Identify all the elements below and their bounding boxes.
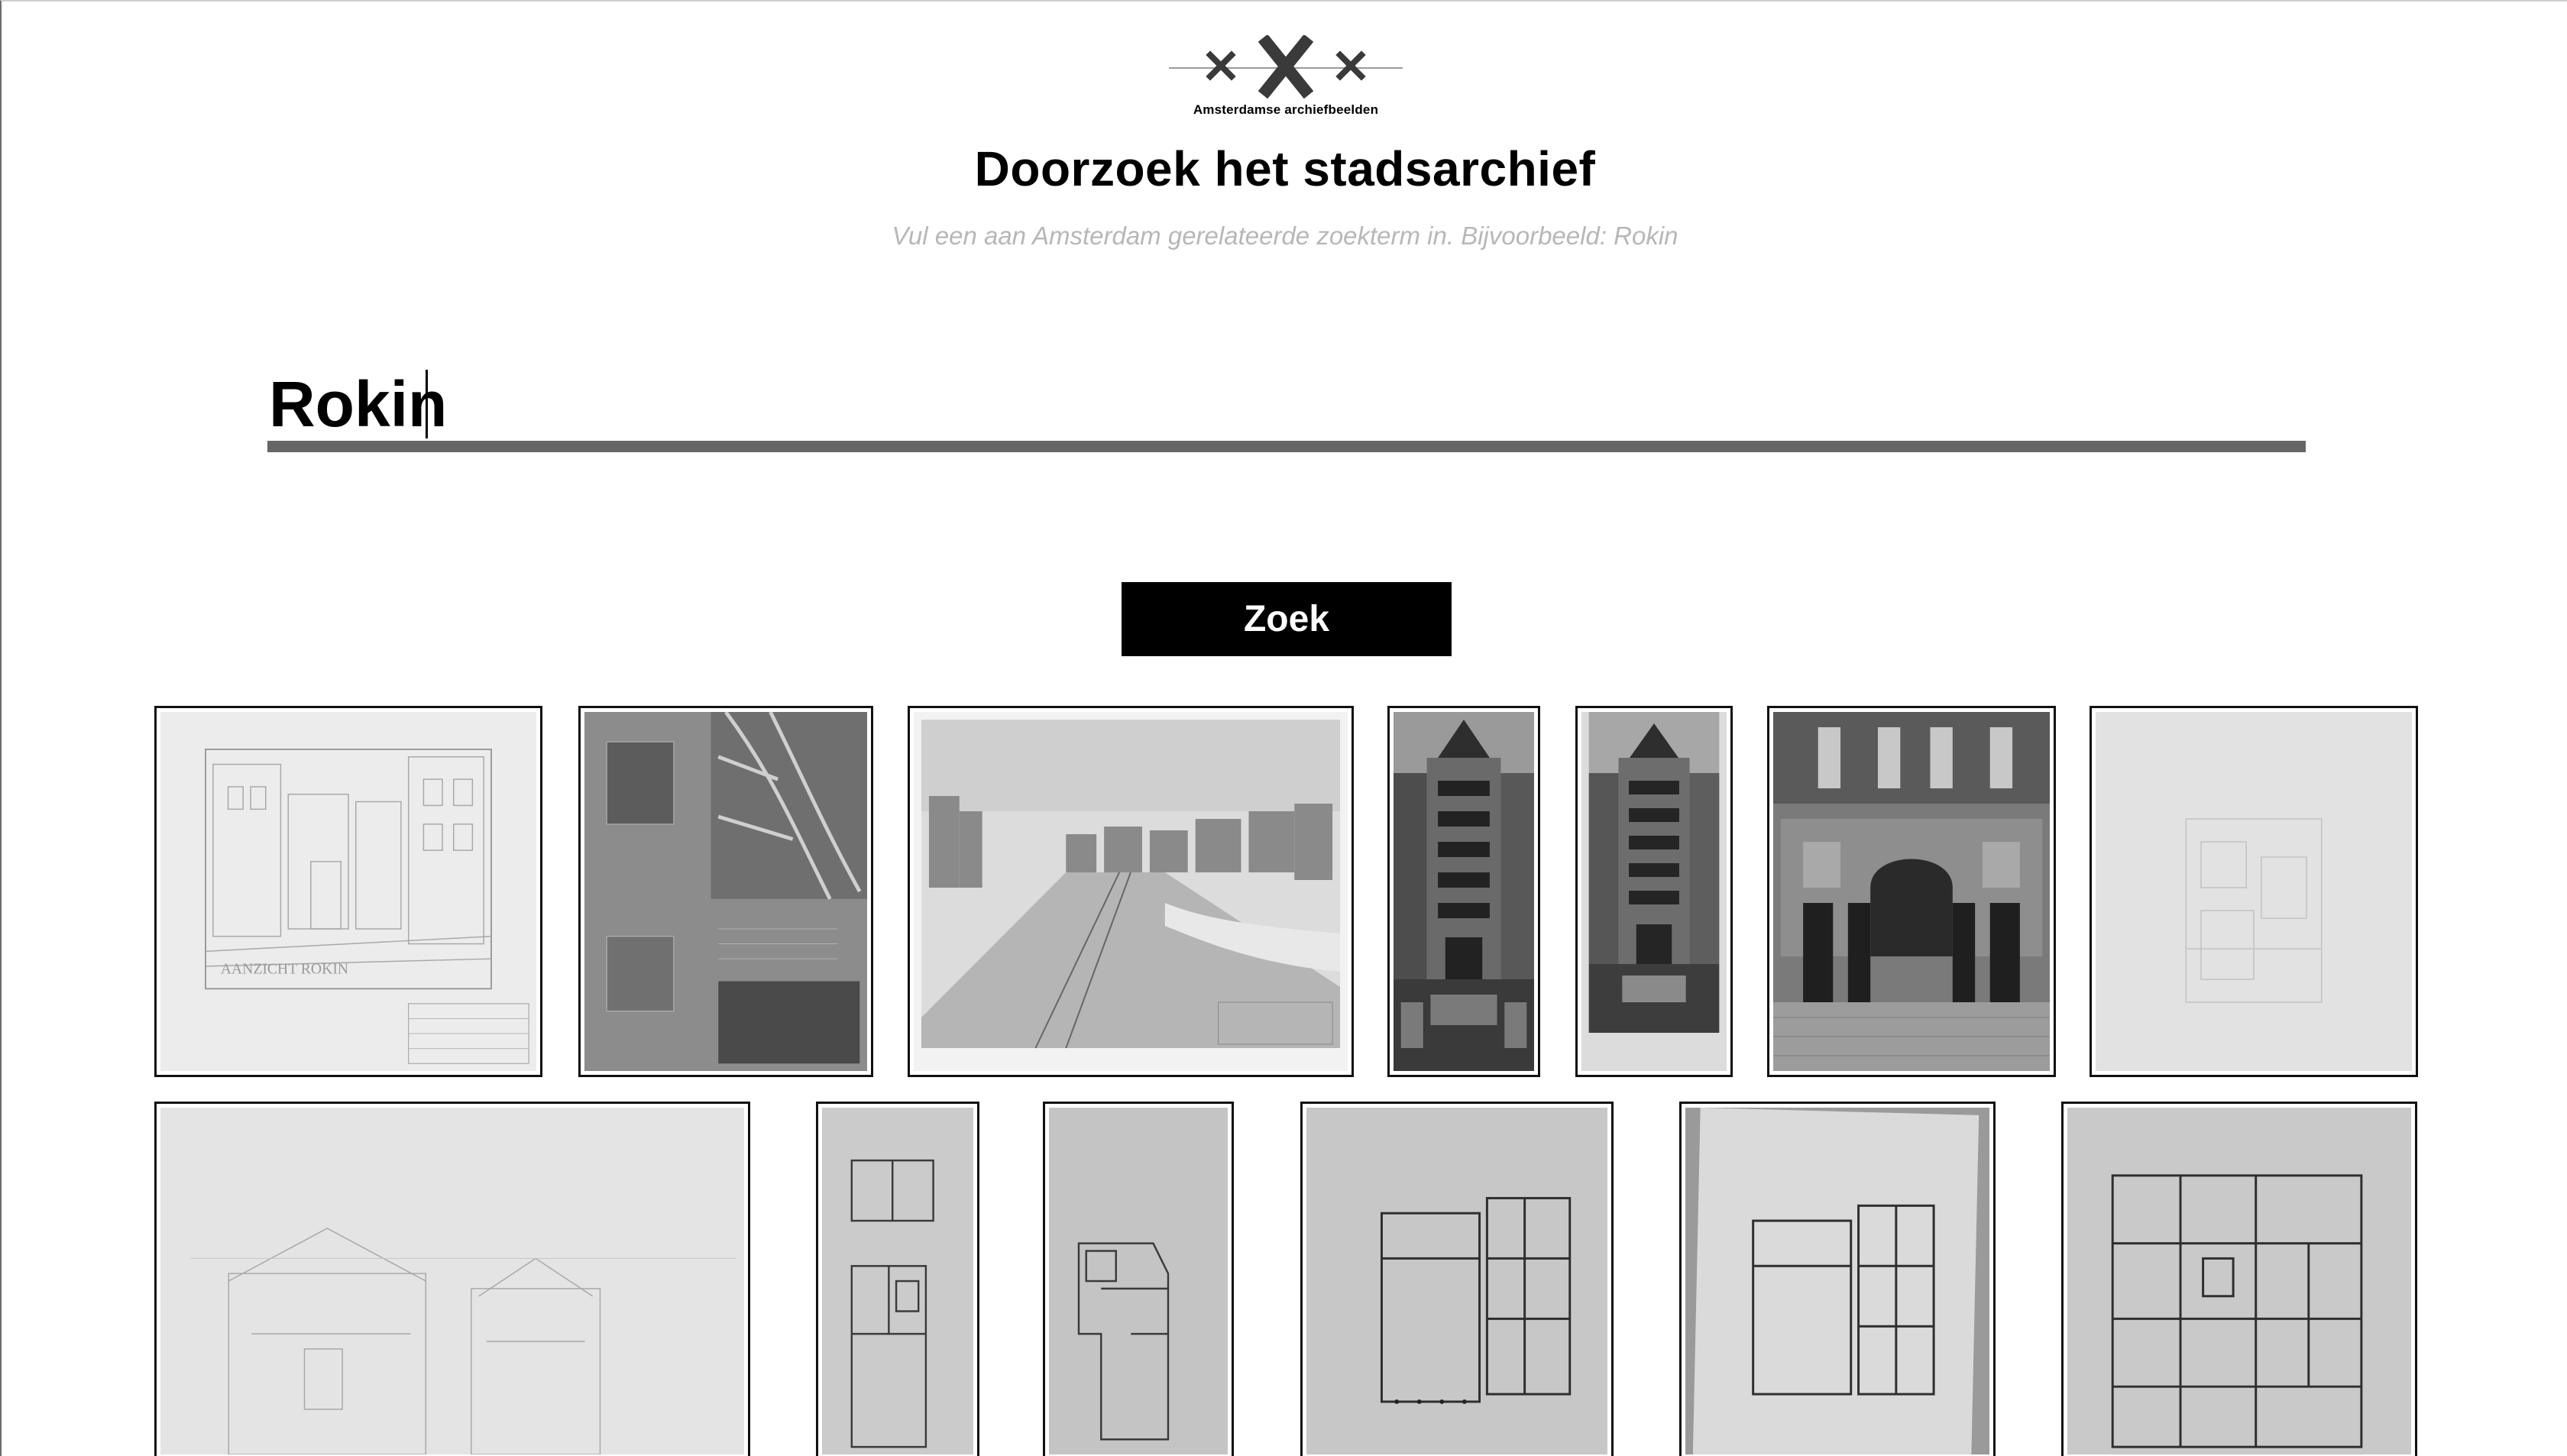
- result-thumbnail-4[interactable]: [1387, 706, 1540, 1077]
- floor-plan-narrow-image: [822, 1108, 973, 1454]
- building-facade-photo-image: [1581, 712, 1727, 1071]
- floor-plan-image: [1306, 1108, 1607, 1454]
- logo-text: Amsterdamse archiefbeelden: [1193, 102, 1379, 117]
- technical-sheet-image: [584, 712, 867, 1071]
- result-thumbnail-1[interactable]: AANZICHT ROKIN: [154, 706, 542, 1077]
- triple-cross-logo-icon: [1169, 35, 1403, 99]
- section-drawing-image: [160, 1108, 744, 1454]
- floor-plan-narrow-image: [1049, 1108, 1228, 1454]
- result-thumbnail-11[interactable]: [1300, 1102, 1614, 1456]
- street-perspective-image: [914, 712, 1348, 1071]
- search-hint: Vul een aan Amsterdam gerelateerde zoekt…: [892, 222, 1678, 250]
- floor-plan-large-image: [2067, 1108, 2411, 1454]
- search-button[interactable]: Zoek: [1122, 582, 1452, 656]
- building-facade-photo-image: [1394, 712, 1534, 1071]
- site-logo[interactable]: Amsterdamse archiefbeelden: [1169, 35, 1403, 121]
- result-thumbnail-6[interactable]: [1767, 706, 2056, 1077]
- search-input[interactable]: [267, 361, 2306, 452]
- result-thumbnail-3[interactable]: [908, 706, 1354, 1077]
- page-title: Doorzoek het stadsarchief: [974, 141, 1596, 196]
- result-thumbnail-12[interactable]: [1679, 1102, 1996, 1456]
- faded-floor-plan-image: [2096, 712, 2412, 1071]
- text-caret: [426, 370, 428, 438]
- drawing-caption: AANZICHT ROKIN: [221, 962, 348, 978]
- result-thumbnail-9[interactable]: [816, 1102, 979, 1456]
- result-thumbnail-13[interactable]: [2061, 1102, 2417, 1456]
- entrance-photo-image: [1773, 712, 2050, 1071]
- result-thumbnail-8[interactable]: [154, 1102, 750, 1456]
- result-thumbnail-2[interactable]: [578, 706, 873, 1077]
- result-thumbnail-7[interactable]: [2090, 706, 2418, 1077]
- result-thumbnail-10[interactable]: [1043, 1102, 1234, 1456]
- floor-plan-image: [1685, 1108, 1989, 1454]
- result-thumbnail-5[interactable]: [1575, 706, 1733, 1077]
- elevation-drawing-image: AANZICHT ROKIN: [160, 712, 536, 1071]
